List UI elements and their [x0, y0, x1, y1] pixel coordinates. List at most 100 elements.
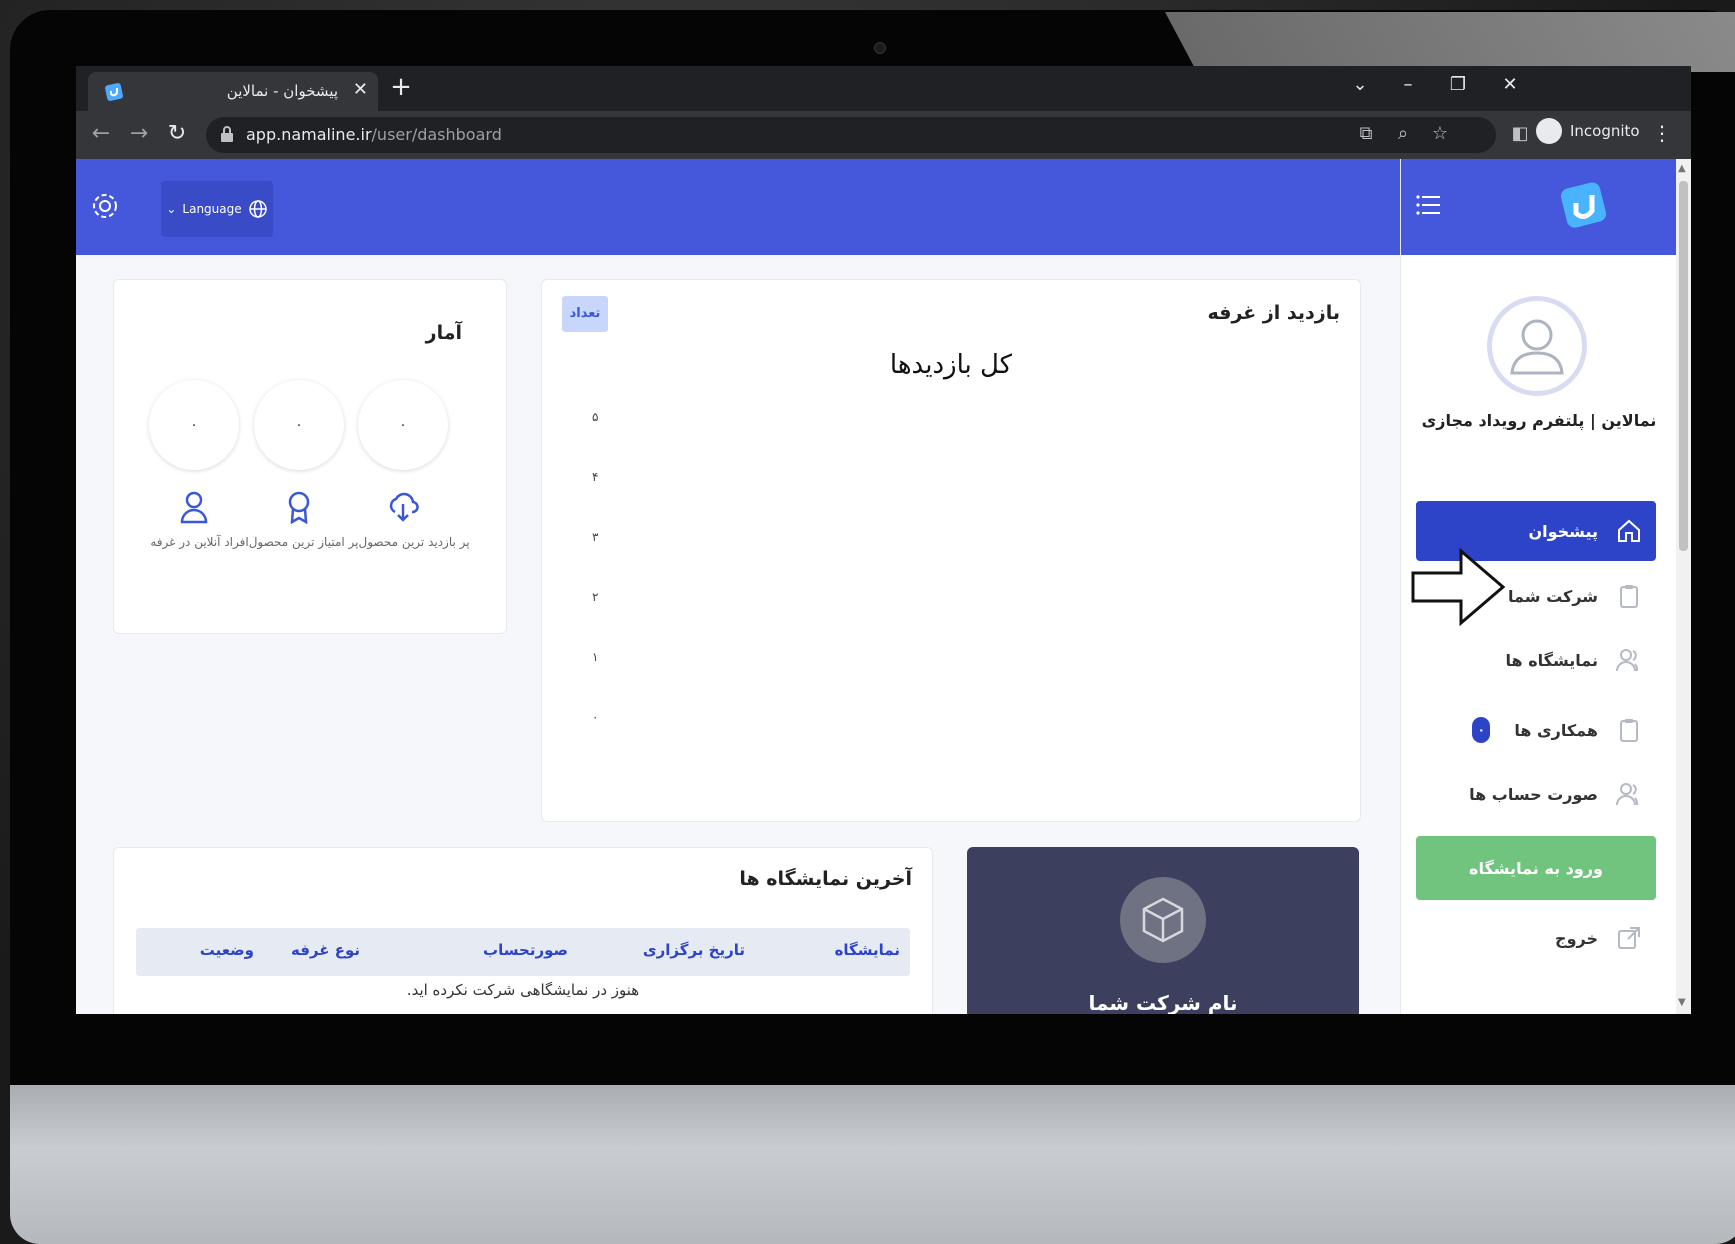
scrollbar-thumb[interactable]: [1679, 181, 1688, 551]
stats-title: آمار: [425, 322, 462, 344]
tab-close-icon[interactable]: ✕: [353, 79, 368, 100]
company-name: نام شرکت شما: [1088, 991, 1238, 1014]
table-header: نمایشگاه تاریخ برگزاری صورتحساب نوع غرفه…: [136, 928, 910, 976]
hamburger-menu-icon[interactable]: [1415, 193, 1441, 217]
address-bar[interactable]: app.namaline.ir/user/dashboard ⧉ ⌕ ☆: [206, 117, 1496, 153]
latest-exhibitions-card: آخرین نمایشگاه ها نمایشگاه تاریخ برگزاری…: [113, 847, 933, 1014]
logout-label: خروج: [1555, 928, 1598, 948]
column-date[interactable]: تاریخ برگزاری: [643, 941, 745, 959]
url-host: app.namaline.ir: [246, 125, 372, 144]
scroll-down-icon[interactable]: ▼: [1678, 997, 1686, 1008]
tab-title: پیشخوان - نمالاین: [226, 82, 338, 100]
browser-menu-icon[interactable]: ⋮: [1652, 121, 1672, 145]
company-card: نام شرکت شما: [967, 847, 1359, 1014]
clipboard-icon: [1620, 719, 1638, 742]
stat-label-online: افراد آنلاین در غرفه: [150, 535, 249, 549]
dashboard-page: ⌄ Language آمار ۰ ۰ ۰ پر بازدید ترین محص…: [76, 159, 1676, 1014]
empty-table-message: هنوز در نمایشگاهی شرکت نکرده اید.: [406, 981, 640, 999]
top-header: ⌄ Language: [76, 159, 1400, 255]
stat-labels: پر بازدید ترین محصول پر امتیاز ترین محصو…: [114, 535, 506, 549]
incognito-icon: [1536, 118, 1562, 144]
close-window-icon[interactable]: ✕: [1490, 74, 1530, 95]
stats-card: آمار ۰ ۰ ۰ پر بازدید ترین محصول پر امتیا…: [113, 279, 507, 634]
external-link-icon: [1618, 927, 1640, 949]
browser-tab[interactable]: پیشخوان - نمالاین ✕: [88, 72, 378, 111]
enter-exhibition-button[interactable]: ورود به نمایشگاه: [1416, 836, 1656, 900]
page-scrollbar[interactable]: ▲ ▼: [1676, 159, 1691, 1014]
browser-tab-bar: پیشخوان - نمالاین ✕ + ⌄ – ❐ ✕: [76, 66, 1691, 111]
sidebar-item-label: صورت حساب ها: [1469, 784, 1598, 804]
logout-button[interactable]: خروج: [1416, 908, 1656, 968]
enter-exhibition-label: ورود به نمایشگاه: [1469, 858, 1603, 878]
url-text: app.namaline.ir/user/dashboard: [246, 125, 502, 144]
reload-icon[interactable]: ↻: [162, 121, 192, 146]
sidebar-item-label: نمایشگاه ها: [1505, 650, 1598, 670]
stat-label-most-viewed: پر بازدید ترین محصول: [358, 535, 470, 549]
site-favicon-icon: [105, 83, 123, 101]
side-panel-icon[interactable]: ◧: [1508, 123, 1532, 144]
language-button[interactable]: ⌄ Language: [161, 181, 273, 237]
lock-icon: [221, 126, 233, 142]
y-tick-label: ۳: [592, 530, 599, 544]
user-icon: [180, 491, 208, 524]
webcam: [874, 42, 886, 54]
y-tick-label: ۰: [592, 710, 599, 724]
clipboard-icon: [1620, 585, 1638, 608]
y-tick-label: ۱: [592, 650, 599, 664]
users-icon: [1616, 649, 1639, 672]
count-button[interactable]: تعداد: [562, 296, 608, 332]
back-icon[interactable]: ←: [86, 121, 116, 146]
restore-icon[interactable]: ❐: [1438, 74, 1478, 95]
avatar-user-icon: [1510, 319, 1564, 375]
chevron-down-icon: ⌄: [166, 202, 177, 216]
sidebar-item-invoices[interactable]: صورت حساب ها: [1416, 764, 1656, 824]
collaborations-count-badge: ۰: [1472, 717, 1491, 743]
cube-icon: [1142, 897, 1184, 943]
column-exhibition[interactable]: نمایشگاه: [835, 941, 900, 959]
tab-search-icon[interactable]: ⌄: [1340, 74, 1380, 95]
column-booth-type[interactable]: نوع غرفه: [291, 941, 360, 959]
language-label: Language: [182, 202, 242, 216]
laptop-base: [10, 1085, 1735, 1244]
new-tab-icon[interactable]: +: [384, 70, 418, 104]
user-avatar[interactable]: [1487, 296, 1587, 396]
stat-label-top-rated: پر امتیاز ترین محصول: [248, 535, 359, 549]
y-tick-label: ۵: [592, 410, 599, 424]
incognito-indicator[interactable]: Incognito: [1536, 117, 1640, 145]
booth-visits-card: بازدید از غرفه تعداد کل بازدیدها ۵ ۴ ۳ ۲ ۱ ۰: [541, 279, 1361, 822]
y-tick-label: ۲: [592, 590, 599, 604]
namaline-logo-icon[interactable]: [1556, 179, 1612, 235]
zoom-icon[interactable]: ⌕: [1391, 123, 1415, 144]
scroll-up-icon[interactable]: ▲: [1678, 163, 1686, 174]
laptop-frame: پیشخوان - نمالاین ✕ + ⌄ – ❐ ✕ ← → ↻ app.…: [0, 0, 1735, 1244]
visits-title: بازدید از غرفه: [1207, 302, 1340, 324]
sidebar-item-label: همکاری ها: [1514, 720, 1598, 740]
company-logo-placeholder: [1120, 877, 1206, 963]
award-icon: [288, 491, 310, 524]
translate-icon[interactable]: ⧉: [1354, 123, 1378, 144]
globe-icon: [248, 200, 267, 218]
sidebar-item-collaborations[interactable]: ۰ همکاری ها: [1416, 700, 1656, 760]
column-status[interactable]: وضعیت: [200, 941, 254, 959]
sidebar-item-label: شرکت شما: [1508, 586, 1598, 606]
minimize-icon[interactable]: –: [1388, 74, 1428, 95]
chart-title: کل بازدیدها: [889, 350, 1013, 380]
settings-gear-icon[interactable]: [90, 191, 120, 221]
sidebar-header: [1401, 159, 1676, 255]
forward-icon[interactable]: →: [124, 121, 154, 146]
stat-value-top-rated: ۰: [254, 380, 344, 470]
incognito-label: Incognito: [1570, 122, 1640, 140]
bookmark-star-icon[interactable]: ☆: [1428, 123, 1452, 144]
users-icon: [1616, 783, 1639, 806]
stat-value-most-viewed: ۰: [358, 380, 448, 470]
browser-toolbar: ← → ↻ app.namaline.ir/user/dashboard ⧉ ⌕…: [76, 111, 1691, 159]
column-invoice[interactable]: صورتحساب: [483, 941, 568, 959]
sidebar-item-exhibitions[interactable]: نمایشگاه ها: [1416, 630, 1656, 690]
home-icon: [1618, 519, 1640, 542]
cloud-download-icon: [389, 492, 419, 522]
bezel-shine: [1165, 12, 1735, 72]
organization-name: نمالاین | پلتفرم رویداد مجازی: [1421, 411, 1657, 430]
screen: پیشخوان - نمالاین ✕ + ⌄ – ❐ ✕ ← → ↻ app.…: [76, 66, 1691, 1014]
stat-value-online: ۰: [149, 380, 239, 470]
y-tick-label: ۴: [592, 470, 599, 484]
